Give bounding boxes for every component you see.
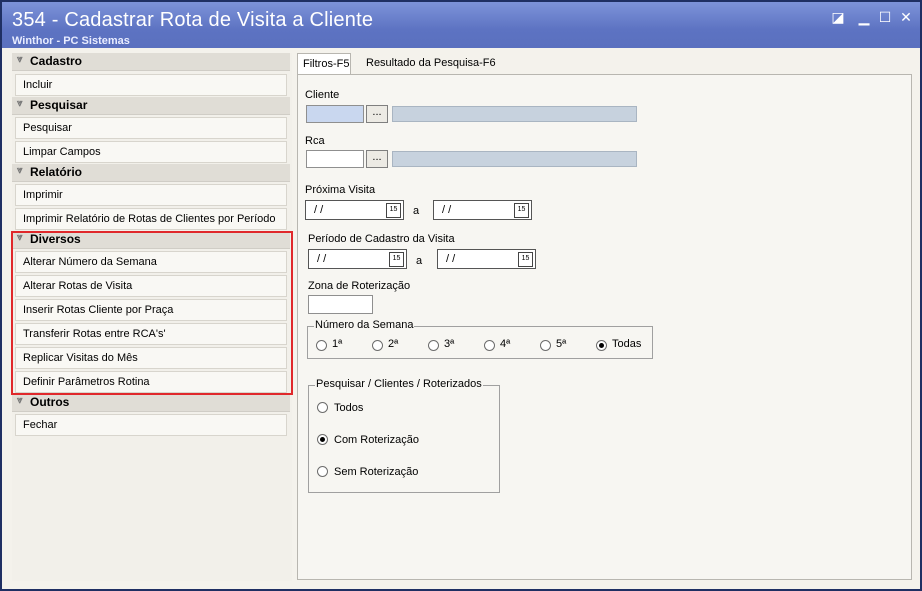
sidebar-item-fechar[interactable]: Fechar bbox=[15, 414, 287, 436]
window-subtitle: Winthor - PC Sistemas bbox=[12, 35, 130, 47]
chevron-down-icon: ⩔ bbox=[17, 54, 23, 65]
roterizados-group: Pesquisar / Clientes / Roterizados Todos… bbox=[308, 378, 500, 493]
semana-radio-todas[interactable] bbox=[596, 340, 607, 351]
rca-name-display bbox=[392, 151, 637, 167]
semana-option-2: 2ª bbox=[388, 338, 399, 350]
diversos-highlight-box bbox=[11, 231, 293, 395]
maximize-icon[interactable]: ☐ bbox=[878, 10, 892, 24]
semana-radio-3[interactable] bbox=[428, 340, 439, 351]
close-icon[interactable]: ✕ bbox=[899, 10, 913, 24]
chevron-down-icon: ⩔ bbox=[17, 165, 23, 176]
semana-option-1: 1ª bbox=[332, 338, 343, 350]
numero-semana-title: Número da Semana bbox=[314, 319, 415, 331]
roterizados-radio-sem[interactable] bbox=[317, 466, 328, 477]
group-header-cadastro[interactable]: ⩔ Cadastro bbox=[12, 53, 290, 71]
chevron-down-icon: ⩔ bbox=[17, 98, 23, 109]
cliente-code-input[interactable] bbox=[306, 105, 364, 123]
semana-option-3: 3ª bbox=[444, 338, 455, 350]
proxima-visita-end-date[interactable]: / / 15 bbox=[433, 200, 532, 220]
sidebar-item-limpar-campos[interactable]: Limpar Campos bbox=[15, 141, 287, 163]
semana-radio-2[interactable] bbox=[372, 340, 383, 351]
rca-code-input[interactable] bbox=[306, 150, 364, 168]
date-separator: a bbox=[413, 205, 420, 217]
cliente-label: Cliente bbox=[305, 89, 340, 101]
proxima-visita-start-date[interactable]: / / 15 bbox=[305, 200, 404, 220]
proxima-visita-label: Próxima Visita bbox=[305, 184, 376, 196]
calendar-icon[interactable]: 15 bbox=[518, 252, 533, 267]
cliente-name-display bbox=[392, 106, 637, 122]
group-header-relatorio[interactable]: ⩔ Relatório bbox=[12, 164, 290, 182]
window-title: 354 - Cadastrar Rota de Visita a Cliente bbox=[12, 9, 374, 31]
numero-semana-group: Número da Semana 1ª 2ª 3ª 4ª 5ª Todas bbox=[307, 319, 653, 359]
minimize-icon[interactable]: ▁ bbox=[857, 10, 871, 24]
calendar-icon[interactable]: 15 bbox=[386, 203, 401, 218]
semana-option-todas: Todas bbox=[612, 338, 642, 350]
tab-filtros[interactable]: Filtros-F5 bbox=[297, 53, 351, 74]
calendar-icon[interactable]: 15 bbox=[389, 252, 404, 267]
restore-icon[interactable]: ◪ bbox=[831, 10, 845, 24]
rca-label: Rca bbox=[305, 135, 325, 147]
sidebar-item-imprimir[interactable]: Imprimir bbox=[15, 184, 287, 206]
semana-radio-4[interactable] bbox=[484, 340, 495, 351]
sidebar-item-imprimir-relatorio[interactable]: Imprimir Relatório de Rotas de Clientes … bbox=[15, 208, 287, 230]
calendar-icon[interactable]: 15 bbox=[514, 203, 529, 218]
periodo-cadastro-label: Período de Cadastro da Visita bbox=[308, 233, 455, 245]
tab-bar: Filtros-F5 Resultado da Pesquisa-F6 bbox=[297, 53, 912, 75]
title-bar: 354 - Cadastrar Rota de Visita a Cliente… bbox=[2, 2, 920, 48]
periodo-cadastro-start-date[interactable]: / / 15 bbox=[308, 249, 407, 269]
sidebar-item-pesquisar[interactable]: Pesquisar bbox=[15, 117, 287, 139]
semana-option-5: 5ª bbox=[556, 338, 567, 350]
semana-radio-5[interactable] bbox=[540, 340, 551, 351]
zona-roterizacao-input[interactable] bbox=[308, 295, 373, 314]
roterizados-radio-com[interactable] bbox=[317, 434, 328, 445]
date-separator: a bbox=[416, 255, 423, 267]
group-header-outros[interactable]: ⩔ Outros bbox=[12, 394, 290, 412]
filters-panel: Cliente ... Rca ... Próxima Visita / / 1… bbox=[297, 74, 912, 580]
roterizados-option-sem: Sem Roterização bbox=[334, 466, 419, 478]
rca-browse-button[interactable]: ... bbox=[366, 150, 388, 168]
semana-radio-1[interactable] bbox=[316, 340, 327, 351]
chevron-down-icon: ⩔ bbox=[17, 395, 23, 406]
group-header-pesquisar[interactable]: ⩔ Pesquisar bbox=[12, 97, 290, 115]
sidebar-item-incluir[interactable]: Incluir bbox=[15, 74, 287, 96]
roterizados-option-todos: Todos bbox=[334, 402, 364, 414]
periodo-cadastro-end-date[interactable]: / / 15 bbox=[437, 249, 536, 269]
cliente-browse-button[interactable]: ... bbox=[366, 105, 388, 123]
roterizados-title: Pesquisar / Clientes / Roterizados bbox=[315, 378, 483, 390]
zona-roterizacao-label: Zona de Roterização bbox=[308, 280, 411, 292]
app-window: 354 - Cadastrar Rota de Visita a Cliente… bbox=[0, 0, 922, 591]
semana-option-4: 4ª bbox=[500, 338, 511, 350]
roterizados-option-com: Com Roterização bbox=[334, 434, 419, 446]
roterizados-radio-todos[interactable] bbox=[317, 402, 328, 413]
